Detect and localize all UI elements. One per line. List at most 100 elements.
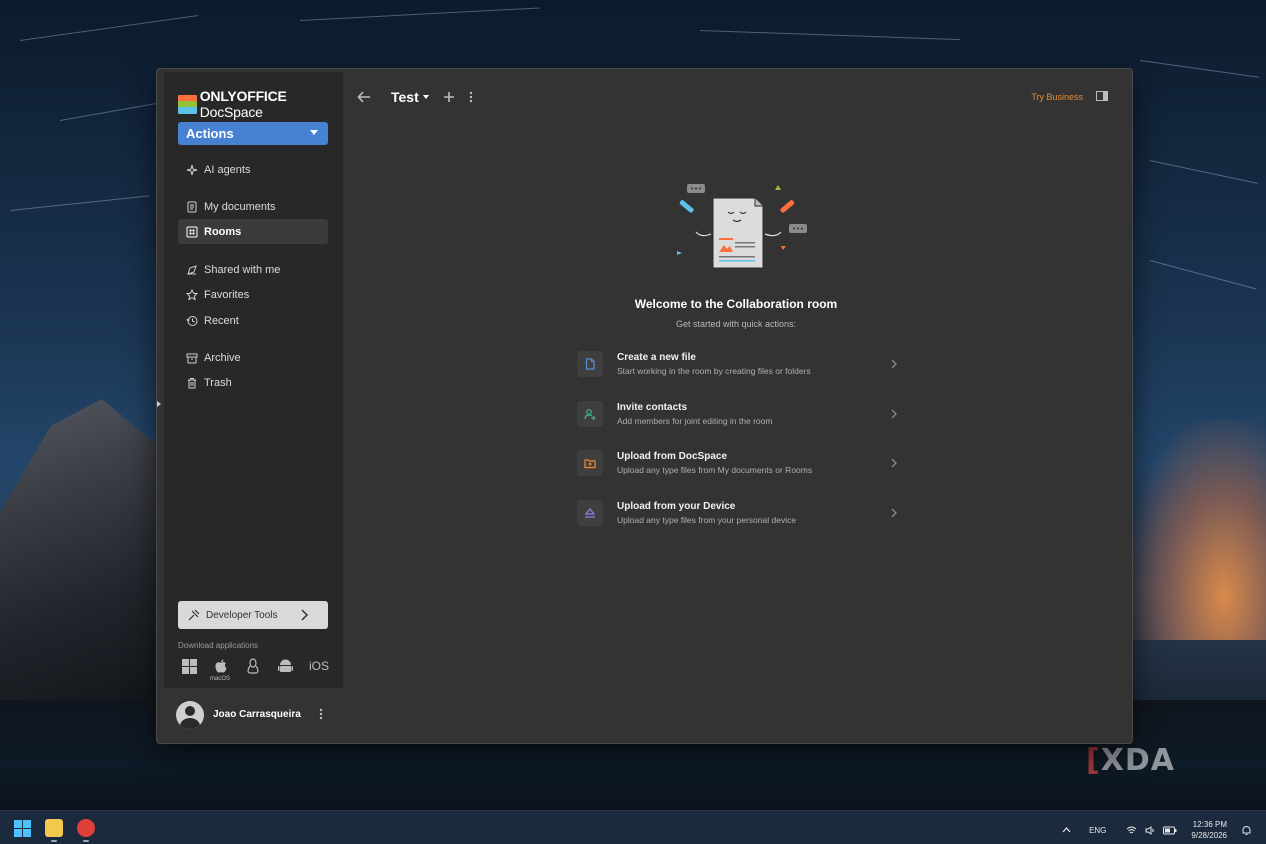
wifi-icon[interactable] [1126,826,1137,835]
macos-caption: macOS [210,676,231,682]
system-tray: ENG 12:36 PM 9/28/2026 [1062,819,1252,841]
quick-action-title: Upload from DocSpace [617,451,728,462]
quick-action-upload-docspace[interactable]: Upload from DocSpace Upload any type fil… [577,446,897,480]
back-arrow-icon[interactable] [357,90,371,104]
xda-watermark: [XDA [1086,743,1175,778]
chevron-right-icon [891,359,897,369]
quick-action-icon-box [577,450,603,476]
chevron-right-icon [301,609,309,621]
sidebar-item-shared-with-me[interactable]: Shared with me [178,257,328,282]
archive-icon [186,353,198,363]
sidebar-collapse-handle[interactable] [157,401,161,407]
ios-label: iOS [308,659,329,673]
folder-upload-icon [584,459,596,469]
battery-icon[interactable] [1163,826,1177,835]
sidebar-item-favorites[interactable]: Favorites [178,282,328,307]
volume-icon[interactable] [1145,825,1155,835]
download-applications-label: Download applications [178,641,259,650]
linux-icon[interactable] [244,656,262,676]
quick-action-description: Upload any type files from your personal… [617,515,797,525]
trash-icon [188,377,196,388]
start-button[interactable] [14,820,31,837]
room-title-dropdown[interactable]: Test [391,89,429,105]
quick-action-icon-box [577,401,603,427]
sidebar-item-label: Favorites [204,288,250,301]
user-name: Joao Carrasqueira [213,709,301,720]
more-options-icon[interactable] [469,91,473,103]
sidebar-item-trash[interactable]: Trash [178,370,328,395]
sidebar-item-recent[interactable]: Recent [178,308,328,333]
developer-tools-icon [188,609,200,621]
collaboration-room-illustration [677,184,807,269]
rooms-icon [186,226,198,237]
app-logo[interactable]: ONLYOFFICE DocSpace [178,88,343,120]
history-icon [186,315,198,326]
sidebar-item-ai-agents[interactable]: AI agents [178,157,328,182]
welcome-title: Welcome to the Collaboration room [634,297,838,311]
clock[interactable]: 12:36 PM 9/28/2026 [1191,819,1227,841]
onlyoffice-logo-icon [178,94,197,114]
try-business-link[interactable]: Try Business [1031,92,1083,102]
ios-icon[interactable]: iOS [308,656,330,676]
quick-action-title: Upload from your Device [617,501,736,512]
actions-button[interactable]: Actions [178,122,328,145]
chevron-right-icon [891,409,897,419]
device-upload-icon [584,508,596,518]
taskbar: ENG 12:36 PM 9/28/2026 [0,810,1266,844]
quick-action-description: Upload any type files from My documents … [617,465,813,475]
quick-action-icon-box [577,351,603,377]
sidebar: ONLYOFFICE DocSpace Actions AI agents My… [164,72,343,741]
quick-action-description: Start working in the room by creating fi… [617,366,811,376]
quick-action-upload-device[interactable]: Upload from your Device Upload any type … [577,496,897,530]
chevron-up-icon[interactable] [1062,827,1071,833]
sidebar-item-rooms[interactable]: Rooms [178,219,328,244]
app-window: ONLYOFFICE DocSpace Actions AI agents My… [156,68,1133,744]
sidebar-item-label: Rooms [204,225,242,238]
android-icon[interactable] [276,656,294,676]
developer-tools-button[interactable]: Developer Tools [178,601,328,629]
plus-icon[interactable] [443,91,455,103]
quick-action-description: Add members for joint editing in the roo… [617,416,773,426]
windows-icon[interactable] [180,656,198,676]
download-apps-row: macOS iOS [180,656,330,682]
sidebar-item-label: Recent [204,314,239,327]
document-icon [187,201,197,212]
developer-tools-label: Developer Tools [206,609,278,621]
quick-action-title: Invite contacts [617,402,688,413]
quick-action-icon-box [577,500,603,526]
sidebar-item-label: AI agents [204,163,251,176]
welcome-subtitle: Get started with quick actions: [675,319,797,329]
macos-icon[interactable]: macOS [210,656,230,682]
sidebar-item-label: Trash [204,376,232,389]
chevron-right-icon [891,508,897,518]
sparkle-icon [186,164,198,175]
add-user-icon [584,409,596,420]
shared-icon [187,264,197,275]
file-explorer-icon[interactable] [45,819,63,842]
chevron-right-icon [891,458,897,468]
sidebar-item-archive[interactable]: Archive [178,345,328,370]
quick-action-invite-contacts[interactable]: Invite contacts Add members for joint ed… [577,397,897,431]
info-panel-icon[interactable] [1096,91,1108,101]
notification-bell-icon[interactable] [1241,825,1252,836]
room-title: Test [391,89,419,105]
sidebar-item-my-documents[interactable]: My documents [178,194,328,219]
user-profile-bar[interactable]: Joao Carrasqueira [164,688,343,741]
kebab-menu-icon[interactable] [319,708,323,720]
quick-action-create-file[interactable]: Create a new file Start working in the r… [577,347,897,381]
new-file-icon [585,358,595,370]
language-indicator[interactable]: ENG [1089,826,1106,835]
caret-down-icon [310,130,318,135]
sidebar-item-label: Archive [204,351,241,364]
app-name: ONLYOFFICE DocSpace [199,88,287,120]
sidebar-item-label: Shared with me [204,263,281,276]
main-header: Test [357,89,473,105]
clock-time: 12:36 PM [1192,820,1227,829]
caret-down-icon [422,95,429,99]
quick-action-title: Create a new file [617,352,696,363]
vivaldi-browser-icon[interactable] [77,819,95,842]
clock-date: 9/28/2026 [1191,831,1227,840]
sidebar-item-label: My documents [204,200,276,213]
star-icon [186,288,198,301]
avatar[interactable] [176,700,204,729]
